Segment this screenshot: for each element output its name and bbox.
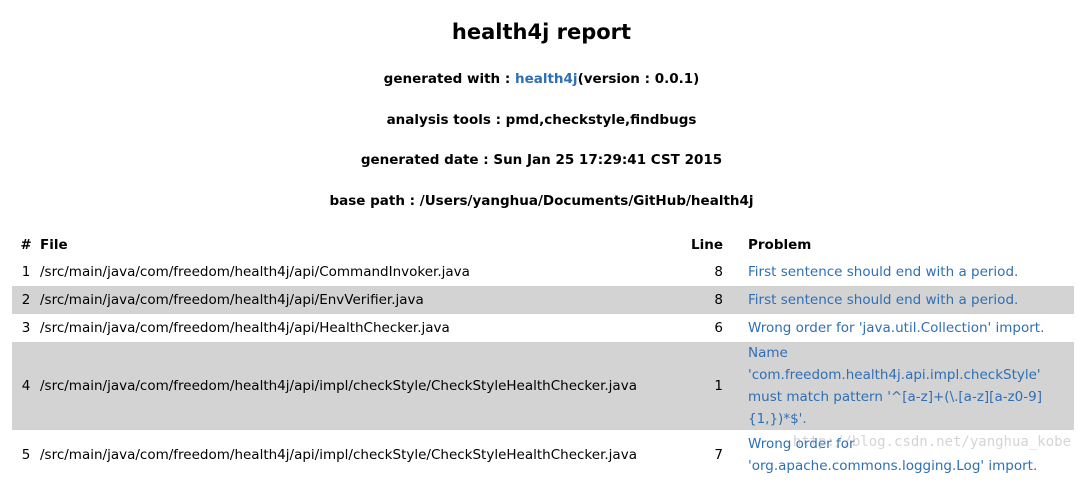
table-row: 2 /src/main/java/com/freedom/health4j/ap… (12, 286, 1074, 314)
row-num: 5 (21, 447, 31, 463)
row-num: 2 (21, 292, 31, 308)
row-line: 8 (714, 264, 723, 280)
health4j-link[interactable]: health4j (515, 71, 578, 87)
row-problem-link[interactable]: Name 'com.freedom.health4j.api.impl.chec… (748, 342, 1074, 430)
version-text: (version : 0.0.1) (577, 71, 700, 87)
row-line: 7 (714, 447, 723, 463)
watermark: http://blog.csdn.net/yanghua_kobe (792, 434, 1071, 450)
table-header-row: # File Line Problem (12, 232, 1074, 258)
row-file: /src/main/java/com/freedom/health4j/api/… (40, 447, 637, 463)
header-problem: Problem (748, 237, 812, 253)
row-file: /src/main/java/com/freedom/health4j/api/… (40, 292, 424, 308)
generated-date-line: generated date : Sun Jan 25 17:29:41 CST… (360, 152, 723, 168)
page-title: health4j report (451, 20, 632, 44)
row-num: 1 (21, 264, 31, 280)
row-problem-link[interactable]: First sentence should end with a period. (748, 261, 1074, 283)
table-row: 3 /src/main/java/com/freedom/health4j/ap… (12, 314, 1074, 342)
table-row: 4 /src/main/java/com/freedom/health4j/ap… (12, 342, 1074, 430)
row-line: 1 (714, 378, 723, 394)
row-file: /src/main/java/com/freedom/health4j/api/… (40, 264, 470, 280)
row-line: 6 (714, 320, 723, 336)
row-problem-link[interactable]: Wrong order for 'java.util.Collection' i… (748, 317, 1074, 339)
base-path-line: base path : /Users/yanghua/Documents/Git… (329, 193, 754, 209)
table-row: 1 /src/main/java/com/freedom/health4j/ap… (12, 258, 1074, 286)
row-file: /src/main/java/com/freedom/health4j/api/… (40, 378, 637, 394)
row-problem-link[interactable]: First sentence should end with a period. (748, 289, 1074, 311)
row-line: 8 (714, 292, 723, 308)
analysis-tools-line: analysis tools : pmd,checkstyle,findbugs (386, 112, 697, 128)
row-file: /src/main/java/com/freedom/health4j/api/… (40, 320, 450, 336)
header-line: Line (691, 237, 723, 253)
generated-with-line: generated with : health4j(version : 0.0.… (0, 71, 1083, 87)
row-num: 3 (21, 320, 31, 336)
header-file: File (40, 237, 68, 253)
generated-with-label: generated with : (383, 71, 515, 87)
header-num: # (20, 237, 32, 253)
row-num: 4 (21, 378, 31, 394)
